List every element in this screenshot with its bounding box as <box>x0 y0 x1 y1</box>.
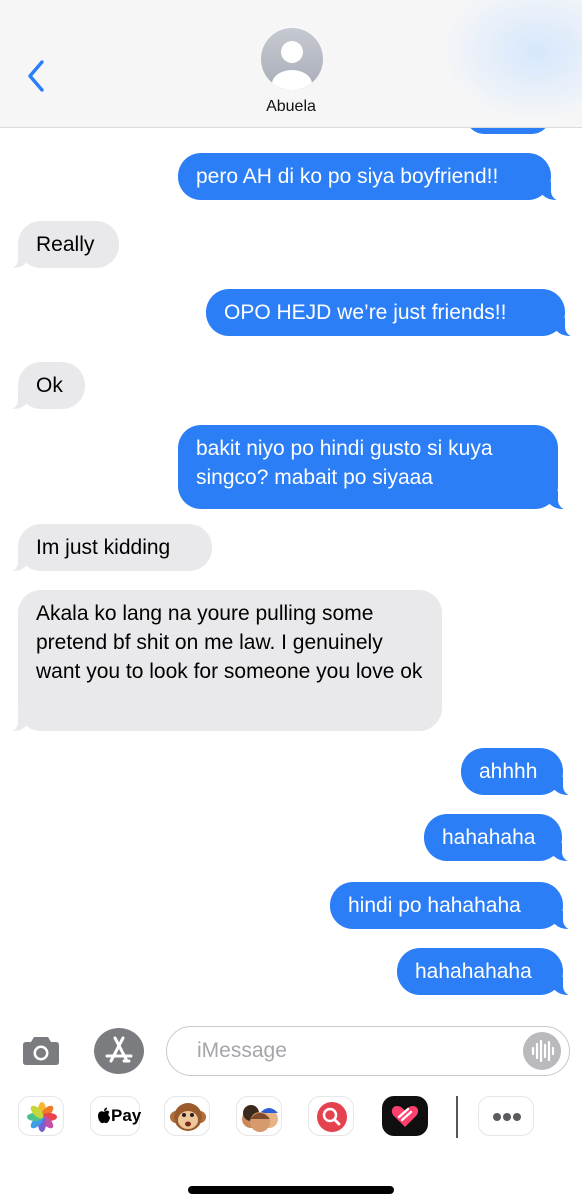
message-received[interactable]: Ok <box>6 362 85 410</box>
memoji-button[interactable] <box>236 1096 282 1136</box>
message-text: hahahahaha <box>415 960 532 983</box>
message-text: OPO HEJD we’re just friends!! <box>224 301 507 324</box>
home-indicator[interactable] <box>188 1186 394 1194</box>
dictation-button[interactable] <box>523 1032 561 1070</box>
message-sent[interactable]: OPO HEJD we’re just friends!! <box>206 289 577 337</box>
message-text: bakit niyo po hindi gusto si kuya singco… <box>196 437 493 489</box>
message-received[interactable]: Really <box>6 221 119 269</box>
photos-app-button[interactable] <box>18 1096 64 1136</box>
message-sent[interactable]: ahhhh <box>461 748 575 796</box>
message-text: Im just kidding <box>36 536 171 559</box>
message-input[interactable] <box>197 1037 517 1065</box>
message-received[interactable]: Im just kidding <box>6 524 212 572</box>
contact-name[interactable]: Abuela <box>0 98 582 116</box>
digital-touch-button[interactable] <box>382 1096 428 1136</box>
chevron-left-icon <box>28 60 44 92</box>
message-sent[interactable]: pero AH di ko po siya boyfriend!! <box>178 153 563 201</box>
message-sent[interactable]: hahahahaha <box>397 948 575 996</box>
animoji-monkey-icon <box>170 1103 206 1131</box>
digital-touch-icon <box>391 1106 419 1127</box>
images-search-icon <box>317 1102 347 1132</box>
photos-icon <box>27 1102 57 1132</box>
camera-icon <box>23 1037 59 1065</box>
back-button[interactable] <box>22 58 50 94</box>
message-text: hahahaha <box>442 826 536 849</box>
message-text: Really <box>36 233 95 256</box>
apple-pay-label: Pay <box>111 1106 142 1125</box>
apple-pay-icon <box>98 1107 110 1124</box>
message-thread[interactable]: pero AH di ko po siya boyfriend!! Really… <box>0 128 582 1016</box>
memoji-icon <box>242 1105 278 1132</box>
contact-avatar[interactable] <box>261 28 323 90</box>
message-sent[interactable]: hindi po hahahaha <box>330 882 575 930</box>
camera-button[interactable] <box>22 1034 60 1066</box>
message-text: ahhhh <box>479 760 538 783</box>
message-received[interactable]: Akala ko lang na youre pulling some pret… <box>6 590 442 732</box>
person-silhouette-icon <box>272 41 312 90</box>
message-bubble-clipped[interactable] <box>466 128 550 134</box>
app-store-button[interactable] <box>94 1028 144 1074</box>
message-text: Ok <box>36 374 63 397</box>
message-text: pero AH di ko po siya boyfriend!! <box>196 165 499 188</box>
app-store-icon <box>105 1036 133 1063</box>
drawer-divider <box>456 1096 458 1138</box>
message-text: hindi po hahahaha <box>348 894 521 917</box>
message-sent[interactable]: bakit niyo po hindi gusto si kuya singco… <box>178 425 570 510</box>
message-sent[interactable]: hahahaha <box>424 814 574 862</box>
message-input-field[interactable] <box>166 1026 570 1076</box>
message-text: Akala ko lang na youre pulling some pret… <box>36 602 423 683</box>
animoji-button[interactable] <box>164 1096 210 1136</box>
images-search-button[interactable] <box>308 1096 354 1136</box>
conversation-header: Abuela <box>0 0 582 128</box>
more-apps-button[interactable] <box>478 1096 534 1136</box>
waveform-icon <box>531 1039 555 1063</box>
apple-pay-button[interactable]: Pay <box>90 1096 142 1136</box>
more-icon <box>493 1113 521 1121</box>
